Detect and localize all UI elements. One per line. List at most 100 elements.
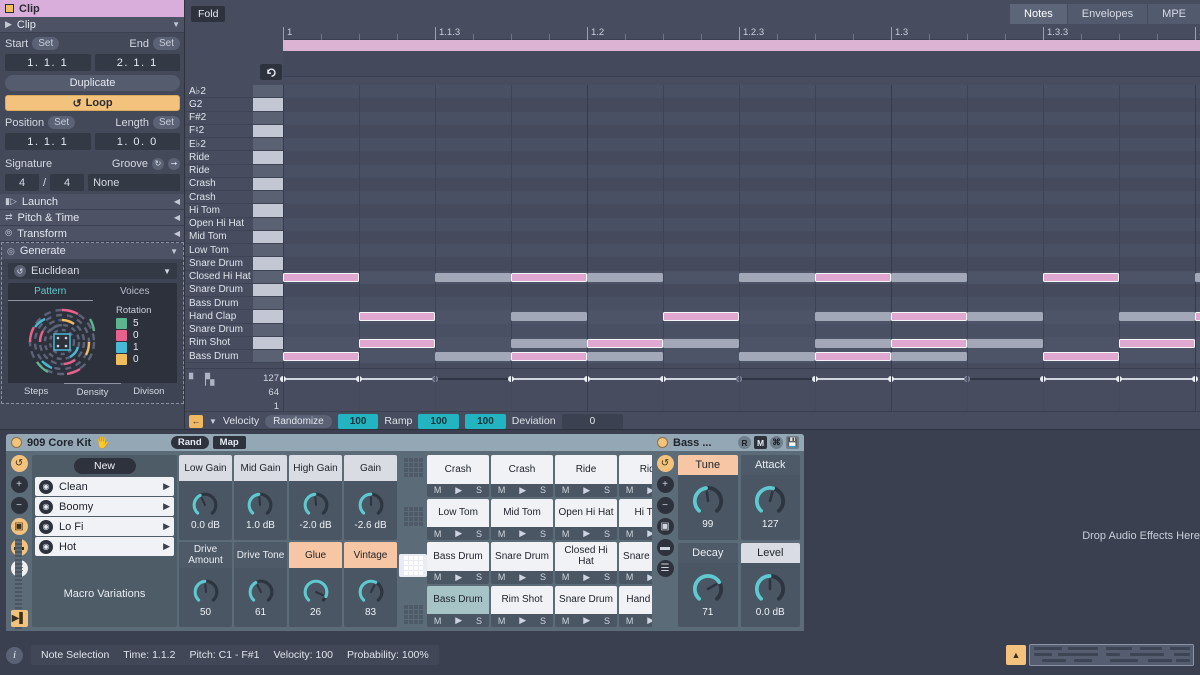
drum-pad[interactable]: Bass DrumM▶S xyxy=(427,586,489,628)
end-set-button[interactable]: Set xyxy=(153,37,180,50)
play-icon[interactable]: ▶ xyxy=(163,501,170,512)
chevron-left-icon[interactable]: ◀ xyxy=(174,229,180,238)
knob-icon[interactable] xyxy=(691,484,725,518)
ramp-value-1-field[interactable]: 100 xyxy=(418,414,459,429)
pad-solo-button[interactable]: S xyxy=(540,572,546,582)
note-name-row[interactable]: Ride xyxy=(185,165,283,178)
tab-notes[interactable]: Notes xyxy=(1010,4,1067,24)
sidebar-item-launch[interactable]: ▮▷ Launch ◀ xyxy=(0,194,185,210)
pad-solo-button[interactable]: S xyxy=(476,529,482,539)
bass-device-header[interactable]: Bass ... R M ⌘ 💾 xyxy=(652,434,804,451)
midi-note[interactable] xyxy=(739,352,815,361)
pad-mute-button[interactable]: M xyxy=(498,616,506,626)
drum-pad[interactable]: Mid TomM▶S xyxy=(491,499,553,541)
pad-solo-button[interactable]: S xyxy=(604,616,610,626)
grid-row[interactable] xyxy=(283,204,1200,217)
grid-row[interactable] xyxy=(283,178,1200,191)
add-macro-icon[interactable]: + xyxy=(11,476,28,493)
knob-icon[interactable] xyxy=(246,491,274,519)
macro-control[interactable]: Glue26 xyxy=(289,542,342,627)
pad-preview-icon[interactable]: ▶ xyxy=(455,572,462,583)
randomize-amount-field[interactable]: 100 xyxy=(338,414,379,429)
pad-preview-icon[interactable]: ▶ xyxy=(519,572,526,583)
macro-knob[interactable]: 50 xyxy=(192,568,220,627)
randomize-macros-icon[interactable]: ↺ xyxy=(11,455,28,472)
note-name-row[interactable]: Hi Tom xyxy=(185,204,283,217)
drum-pad[interactable]: Bass DrumM▶S xyxy=(427,542,489,584)
knob-icon[interactable] xyxy=(691,572,725,606)
drum-pad-navigator[interactable] xyxy=(399,455,427,627)
rotation-row[interactable]: 0 xyxy=(116,330,170,341)
midi-note[interactable] xyxy=(967,339,1043,348)
euclidean-rings-icon[interactable] xyxy=(12,305,112,379)
note-name-row[interactable]: Crash xyxy=(185,178,283,191)
knob-icon[interactable] xyxy=(357,491,385,519)
drum-pad[interactable]: Open Hi HatM▶S xyxy=(555,499,617,541)
pad-preview-icon[interactable]: ▶ xyxy=(583,528,590,539)
midi-note[interactable] xyxy=(587,339,663,348)
pad-solo-button[interactable]: S xyxy=(540,616,546,626)
save-preset-icon[interactable]: 💾 xyxy=(786,436,799,449)
signature-numerator-field[interactable]: 4 xyxy=(5,174,39,191)
macro-view-icon[interactable]: ⌘ xyxy=(770,436,783,449)
pad-mute-button[interactable]: M xyxy=(498,485,506,495)
midi-note[interactable] xyxy=(891,352,967,361)
pad-solo-button[interactable]: S xyxy=(476,572,482,582)
pad-mute-button[interactable]: M xyxy=(626,485,634,495)
velocity-plot[interactable] xyxy=(283,369,1200,411)
list-item[interactable]: ◉ Clean ▶ xyxy=(35,477,174,496)
macro-knob[interactable]: 61 xyxy=(247,568,275,627)
grid-row[interactable] xyxy=(283,98,1200,111)
note-name-row[interactable]: Closed Hi Hat xyxy=(185,271,283,284)
pad-solo-button[interactable]: S xyxy=(476,616,482,626)
remove-macro-icon[interactable]: − xyxy=(657,497,674,514)
grid-row[interactable] xyxy=(283,297,1200,310)
velocity-tool-icon[interactable]: ← xyxy=(189,415,203,428)
tab-mpe[interactable]: MPE xyxy=(1148,4,1200,24)
pad-solo-button[interactable]: S xyxy=(540,529,546,539)
end-value-field[interactable]: 2. 1. 1 xyxy=(95,54,181,71)
pad-preview-icon[interactable]: ▶ xyxy=(583,485,590,496)
chevron-left-icon[interactable]: ◀ xyxy=(174,213,180,222)
add-macro-icon[interactable]: + xyxy=(657,476,674,493)
chevron-down-icon[interactable]: ▼ xyxy=(163,267,171,276)
show-chains-icon[interactable]: ▬ xyxy=(657,539,674,556)
midi-note[interactable] xyxy=(663,312,739,321)
map-button[interactable]: Map xyxy=(213,436,246,449)
midi-note[interactable] xyxy=(359,312,435,321)
macro-control[interactable]: Drive Tone61 xyxy=(234,542,287,627)
pad-mute-button[interactable]: M xyxy=(434,616,442,626)
show-macros-icon[interactable]: ▣ xyxy=(657,518,674,535)
record-arm-button[interactable]: R xyxy=(738,436,751,449)
note-name-row[interactable]: Crash xyxy=(185,191,283,204)
macro-knob[interactable]: -2.0 dB xyxy=(299,481,331,540)
pad-preview-icon[interactable]: ▶ xyxy=(519,485,526,496)
mute-button[interactable]: M xyxy=(754,436,767,449)
rotation-row[interactable]: 0 xyxy=(116,354,170,365)
macro-knob[interactable]: 0.0 dB xyxy=(191,481,220,540)
tab-divison[interactable]: Divison xyxy=(121,383,177,401)
audio-effects-drop-zone[interactable]: Drop Audio Effects Here xyxy=(812,434,1200,635)
midi-note[interactable] xyxy=(511,339,587,348)
macro-knob[interactable]: -2.6 dB xyxy=(354,481,386,540)
deviation-value-field[interactable]: 0 xyxy=(562,414,624,429)
pad-solo-button[interactable]: S xyxy=(604,529,610,539)
pad-preview-icon[interactable]: ▶ xyxy=(519,528,526,539)
drum-pad[interactable]: Closed Hi HatM▶S xyxy=(555,542,617,584)
note-name-row[interactable]: Hand Clap xyxy=(185,310,283,323)
knob-icon[interactable] xyxy=(302,578,330,606)
position-set-button[interactable]: Set xyxy=(48,116,75,129)
velocity-lane-icon[interactable]: ▘▕▚ xyxy=(189,373,214,386)
grid-row[interactable] xyxy=(283,284,1200,297)
pad-solo-button[interactable]: S xyxy=(540,485,546,495)
midi-note[interactable] xyxy=(1195,312,1200,321)
grid-row[interactable] xyxy=(283,151,1200,164)
pad-preview-icon[interactable]: ▶ xyxy=(519,615,526,626)
drum-pad[interactable]: Snare DrumM▶S xyxy=(555,586,617,628)
drum-pad[interactable]: RideM▶S xyxy=(555,455,617,497)
midi-note[interactable] xyxy=(587,273,663,282)
list-item[interactable]: ◉ Hot ▶ xyxy=(35,537,174,556)
drum-pad[interactable]: CrashM▶S xyxy=(427,455,489,497)
midi-note[interactable] xyxy=(891,312,967,321)
signature-denominator-field[interactable]: 4 xyxy=(50,174,84,191)
